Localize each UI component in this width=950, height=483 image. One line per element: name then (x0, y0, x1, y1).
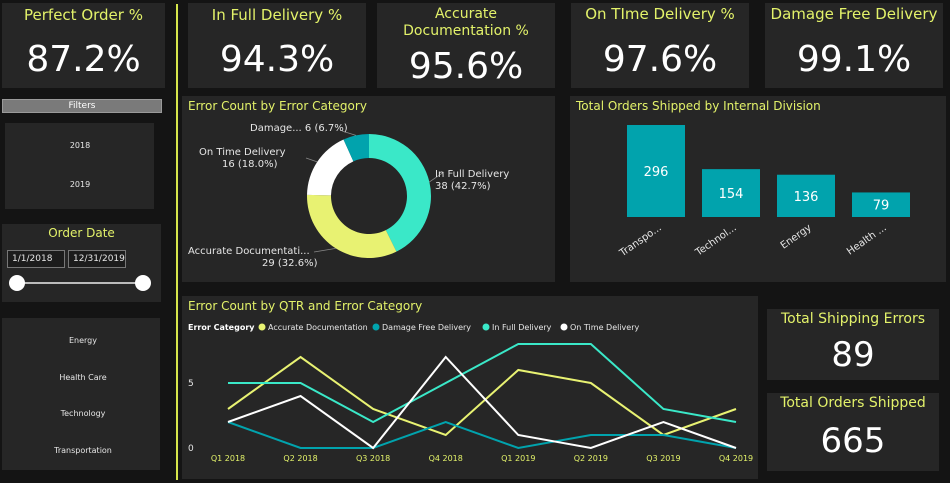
kpi-value: 87.2% (26, 39, 141, 80)
total-shipped-value: 665 (820, 421, 886, 461)
legend-item-label: On Time Delivery (570, 323, 640, 332)
kpi-title: On TIme Delivery % (585, 5, 735, 23)
kpi-card-in-full-delivery: In Full Delivery % 94.3% (188, 3, 366, 88)
x-tick-label: Q2 2019 (574, 454, 608, 463)
end-date-input[interactable]: 12/31/2019 (68, 250, 126, 268)
total-errors-value: 89 (831, 335, 875, 375)
x-tick-label: Q1 2019 (501, 454, 535, 463)
division-option-transportation[interactable]: Transportation (26, 446, 140, 455)
total-shipping-errors-card: Total Shipping Errors 89 (767, 309, 939, 380)
division-option-technology[interactable]: Technology (26, 409, 140, 418)
bar-chart-panel: Total Orders Shipped by Internal Divisio… (570, 96, 946, 282)
date-slider-track[interactable] (16, 282, 144, 284)
total-orders-shipped-card: Total Orders Shipped 665 (767, 393, 939, 471)
x-tick-label: Q4 2018 (429, 454, 463, 463)
filters-header: Filters (2, 99, 162, 113)
bar-category-label: Energy (779, 222, 814, 251)
legend-marker (258, 323, 266, 331)
donut-slice-value: 29 (32.6%) (262, 258, 318, 269)
filters-header-label: Filters (68, 101, 96, 111)
year-slicer: 2018 2019 (5, 123, 154, 209)
order-date-slicer: Order Date 1/1/2018 12/31/2019 (2, 224, 161, 302)
legend-item-label: Accurate Documentation (268, 323, 368, 332)
kpi-card-accurate-documentation: Accurate Documentation % 95.6% (377, 3, 555, 88)
division-slicer: Energy Health Care Technology Transporta… (2, 318, 160, 470)
bar-category-label: Technol... (693, 222, 739, 259)
kpi-card-damage-free-delivery: Damage Free Delivery 99.1% (765, 3, 943, 88)
legend-item-label: Damage Free Delivery (382, 323, 471, 332)
y-tick-label: 0 (188, 444, 194, 454)
kpi-title: Accurate Documentation % (403, 6, 529, 39)
x-tick-label: Q3 2018 (356, 454, 390, 463)
series-line[interactable] (228, 343, 737, 424)
year-option-2019[interactable]: 2019 (23, 180, 137, 189)
series-line[interactable] (227, 420, 737, 450)
kpi-value: 95.6% (408, 46, 524, 87)
legend-title: Error Category (188, 323, 255, 332)
bar-chart: 296 Transpo... 154 Technol... 136 Energy 79 Hea… (617, 125, 910, 260)
donut-chart: In Full Delivery38 (42.7%) Accurate Docum… (188, 123, 509, 269)
donut-slice-label: Accurate Documentati... (188, 246, 310, 257)
kpi-card-on-time-delivery: On TIme Delivery % 97.6% (571, 3, 749, 88)
donut-slice[interactable] (307, 194, 397, 258)
date-slider-end-handle[interactable] (135, 275, 151, 291)
legend-marker (372, 323, 380, 331)
division-option-energy[interactable]: Energy (26, 336, 140, 345)
bar-value-label: 79 (873, 199, 890, 214)
bar-category-label: Health ... (845, 222, 889, 257)
bar-value-label: 136 (794, 190, 819, 205)
order-date-title: Order Date (48, 226, 115, 240)
kpi-card-perfect-order: Perfect Order % 87.2% (2, 3, 165, 88)
donut-slice-value: 16 (18.0%) (222, 159, 278, 170)
start-date-input[interactable]: 1/1/2018 (7, 250, 65, 268)
y-tick-label: 5 (188, 379, 194, 389)
bar-value-label: 154 (719, 187, 744, 202)
line-chart: Error Category Accurate Documentation Dama… (188, 323, 753, 463)
donut-slice-value: 38 (42.7%) (435, 181, 491, 192)
legend-item-label: In Full Delivery (492, 323, 552, 332)
legend-marker (482, 323, 490, 331)
x-tick-label: Q1 2018 (211, 454, 245, 463)
kpi-value: 94.3% (219, 39, 335, 80)
divider-line (176, 4, 178, 480)
x-tick-label: Q3 2019 (646, 454, 680, 463)
kpi-title: In Full Delivery % (211, 6, 343, 24)
bar-value-label: 296 (644, 165, 669, 180)
donut-slice-label: On Time Delivery (199, 147, 286, 158)
year-option-2018[interactable]: 2018 (23, 141, 137, 150)
donut-leader-line (313, 247, 336, 253)
division-option-health-care[interactable]: Health Care (26, 373, 140, 382)
total-errors-title: Total Shipping Errors (780, 311, 926, 327)
total-shipped-title: Total Orders Shipped (780, 395, 926, 411)
kpi-title: Damage Free Delivery (770, 5, 938, 23)
donut-leader-line (305, 157, 318, 163)
kpi-value: 97.6% (602, 39, 718, 80)
x-tick-label: Q4 2019 (719, 454, 753, 463)
kpi-value: 99.1% (796, 39, 912, 80)
donut-chart-panel: Error Count by Error Category In Full De… (182, 96, 555, 282)
donut-slice[interactable] (307, 139, 354, 196)
bar-category-label: Transpo... (617, 222, 664, 259)
legend-marker (560, 323, 568, 331)
date-slider-start-handle[interactable] (9, 275, 25, 291)
x-tick-label: Q2 2018 (283, 454, 317, 463)
donut-slice-label: Damage... 6 (6.7%) (250, 123, 348, 134)
donut-slice-label: In Full Delivery (435, 169, 509, 180)
line-chart-panel: Error Count by QTR and Error Category Er… (182, 296, 758, 479)
kpi-title: Perfect Order % (24, 6, 143, 24)
